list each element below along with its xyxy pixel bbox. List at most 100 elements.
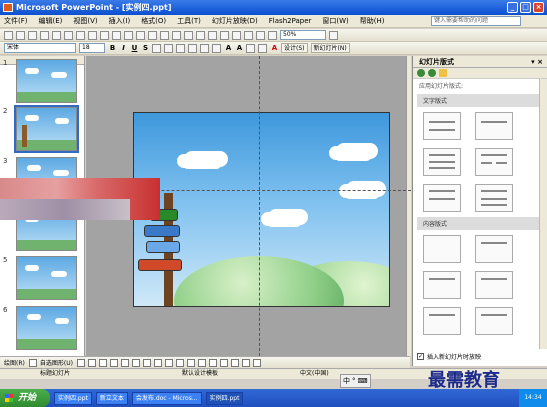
line-style-icon[interactable] (208, 358, 217, 367)
close-button[interactable]: × (533, 2, 544, 13)
slide-thumbnail-selected[interactable]: 2 (3, 105, 81, 153)
layout-option[interactable] (423, 271, 461, 299)
spelling-icon[interactable] (88, 30, 97, 40)
layout-option[interactable] (475, 271, 513, 299)
slide-thumbnail[interactable]: 6 (3, 306, 81, 352)
dash-style-icon[interactable] (219, 358, 228, 367)
grid-icon[interactable] (256, 30, 265, 40)
show-on-insert-option[interactable]: ✓ 插入新幻灯片时放映 (417, 352, 481, 361)
menu-window[interactable]: 窗口(W) (322, 16, 348, 26)
diagram-icon[interactable] (142, 358, 151, 367)
checkbox[interactable]: ✓ (417, 353, 424, 360)
menu-edit[interactable]: 编辑(E) (39, 16, 63, 26)
line-icon[interactable] (76, 358, 85, 367)
task-pane-scrollbar[interactable] (539, 79, 547, 349)
open-icon[interactable] (16, 30, 25, 40)
underline-button[interactable]: U (130, 44, 139, 53)
paste-icon[interactable] (136, 30, 145, 40)
layout-option[interactable] (475, 112, 513, 140)
close-pane-icon[interactable]: ▾ × (531, 56, 543, 68)
3d-style-icon[interactable] (252, 358, 261, 367)
layout-option[interactable] (475, 184, 513, 212)
font-size-select[interactable]: 18 (79, 43, 105, 53)
undo-icon[interactable] (160, 30, 169, 40)
clipart-icon[interactable] (153, 358, 162, 367)
help-search-input[interactable]: 键入需要帮助的问题 (431, 16, 521, 26)
expand-icon[interactable] (232, 30, 241, 40)
home-icon[interactable] (439, 69, 447, 77)
color-grayscale-icon[interactable] (268, 30, 277, 40)
menu-file[interactable]: 文件(F) (4, 16, 28, 26)
email-icon[interactable] (52, 30, 61, 40)
save-icon[interactable] (28, 30, 37, 40)
copy-icon[interactable] (124, 30, 133, 40)
new-slide-button[interactable]: 新幻灯片(N) (310, 43, 350, 53)
layout-option[interactable] (475, 307, 513, 335)
slide-canvas[interactable] (133, 112, 390, 307)
menu-slideshow[interactable]: 幻灯片放映(D) (212, 16, 258, 26)
font-select[interactable]: 宋体 (4, 43, 76, 53)
shadow-style-icon[interactable] (241, 358, 250, 367)
cut-icon[interactable] (112, 30, 121, 40)
taskbar-item[interactable]: 实例四.ppt (54, 391, 92, 405)
line-color-icon[interactable] (186, 358, 195, 367)
bold-button[interactable]: B (108, 44, 117, 53)
shadow-button[interactable]: S (141, 44, 150, 53)
rectangle-icon[interactable] (98, 358, 107, 367)
decrease-font-button[interactable]: A (235, 44, 244, 53)
start-button[interactable]: 开始 (0, 389, 50, 407)
picture-icon[interactable] (164, 358, 173, 367)
research-icon[interactable] (100, 30, 109, 40)
new-icon[interactable] (4, 30, 13, 40)
menu-flash2paper[interactable]: Flash2Paper (269, 17, 312, 25)
layout-option[interactable] (423, 235, 461, 263)
permission-icon[interactable] (40, 30, 49, 40)
taskbar-item[interactable]: 会发布.doc - Micros... (131, 391, 202, 405)
font-color-icon[interactable] (197, 358, 206, 367)
justify-icon[interactable] (188, 43, 197, 53)
align-left-icon[interactable] (152, 43, 161, 53)
bullets-icon[interactable] (212, 43, 221, 53)
increase-font-button[interactable]: A (224, 44, 233, 53)
layout-option[interactable] (423, 307, 461, 335)
align-center-icon[interactable] (164, 43, 173, 53)
ime-mode[interactable]: 中 (343, 376, 350, 386)
draw-menu[interactable]: 绘图(R) (4, 358, 25, 367)
taskbar-item-active[interactable]: 实例四.ppt (205, 391, 244, 405)
layout-option[interactable] (475, 148, 513, 176)
tables-borders-icon[interactable] (208, 30, 217, 40)
slide-thumbnail[interactable]: 1 (3, 59, 81, 105)
help-icon[interactable] (329, 30, 338, 40)
arrow-icon[interactable] (87, 358, 96, 367)
autoshapes-menu[interactable]: 自选图形(U) (40, 358, 73, 367)
font-color-button[interactable]: A (270, 44, 279, 53)
align-right-icon[interactable] (176, 43, 185, 53)
oval-icon[interactable] (109, 358, 118, 367)
menu-insert[interactable]: 插入(I) (109, 16, 131, 26)
layout-option[interactable] (423, 148, 461, 176)
vertical-scrollbar[interactable] (406, 56, 411, 356)
layout-option[interactable] (475, 235, 513, 263)
minimize-button[interactable]: _ (507, 2, 518, 13)
print-preview-icon[interactable] (76, 30, 85, 40)
vertical-guide[interactable] (259, 56, 260, 356)
chart-icon[interactable] (184, 30, 193, 40)
menu-format[interactable]: 格式(O) (141, 16, 166, 26)
ime-punct-icon[interactable]: ° (352, 377, 356, 385)
hyperlink-icon[interactable] (220, 30, 229, 40)
format-painter-icon[interactable] (148, 30, 157, 40)
ime-toolbar[interactable]: 中 ° ⌨ (340, 374, 371, 388)
increase-indent-icon[interactable] (258, 43, 267, 53)
show-formatting-icon[interactable] (244, 30, 253, 40)
back-icon[interactable] (417, 69, 425, 77)
fill-color-icon[interactable] (175, 358, 184, 367)
zoom-select[interactable]: 50% (280, 30, 326, 40)
wordart-icon[interactable] (131, 358, 140, 367)
slide-thumbnail[interactable]: 5 (3, 256, 81, 302)
layout-option[interactable] (423, 112, 461, 140)
redo-icon[interactable] (172, 30, 181, 40)
select-objects-icon[interactable] (28, 358, 37, 367)
textbox-icon[interactable] (120, 358, 129, 367)
design-button[interactable]: 设计(S) (281, 43, 308, 53)
italic-button[interactable]: I (119, 44, 128, 53)
